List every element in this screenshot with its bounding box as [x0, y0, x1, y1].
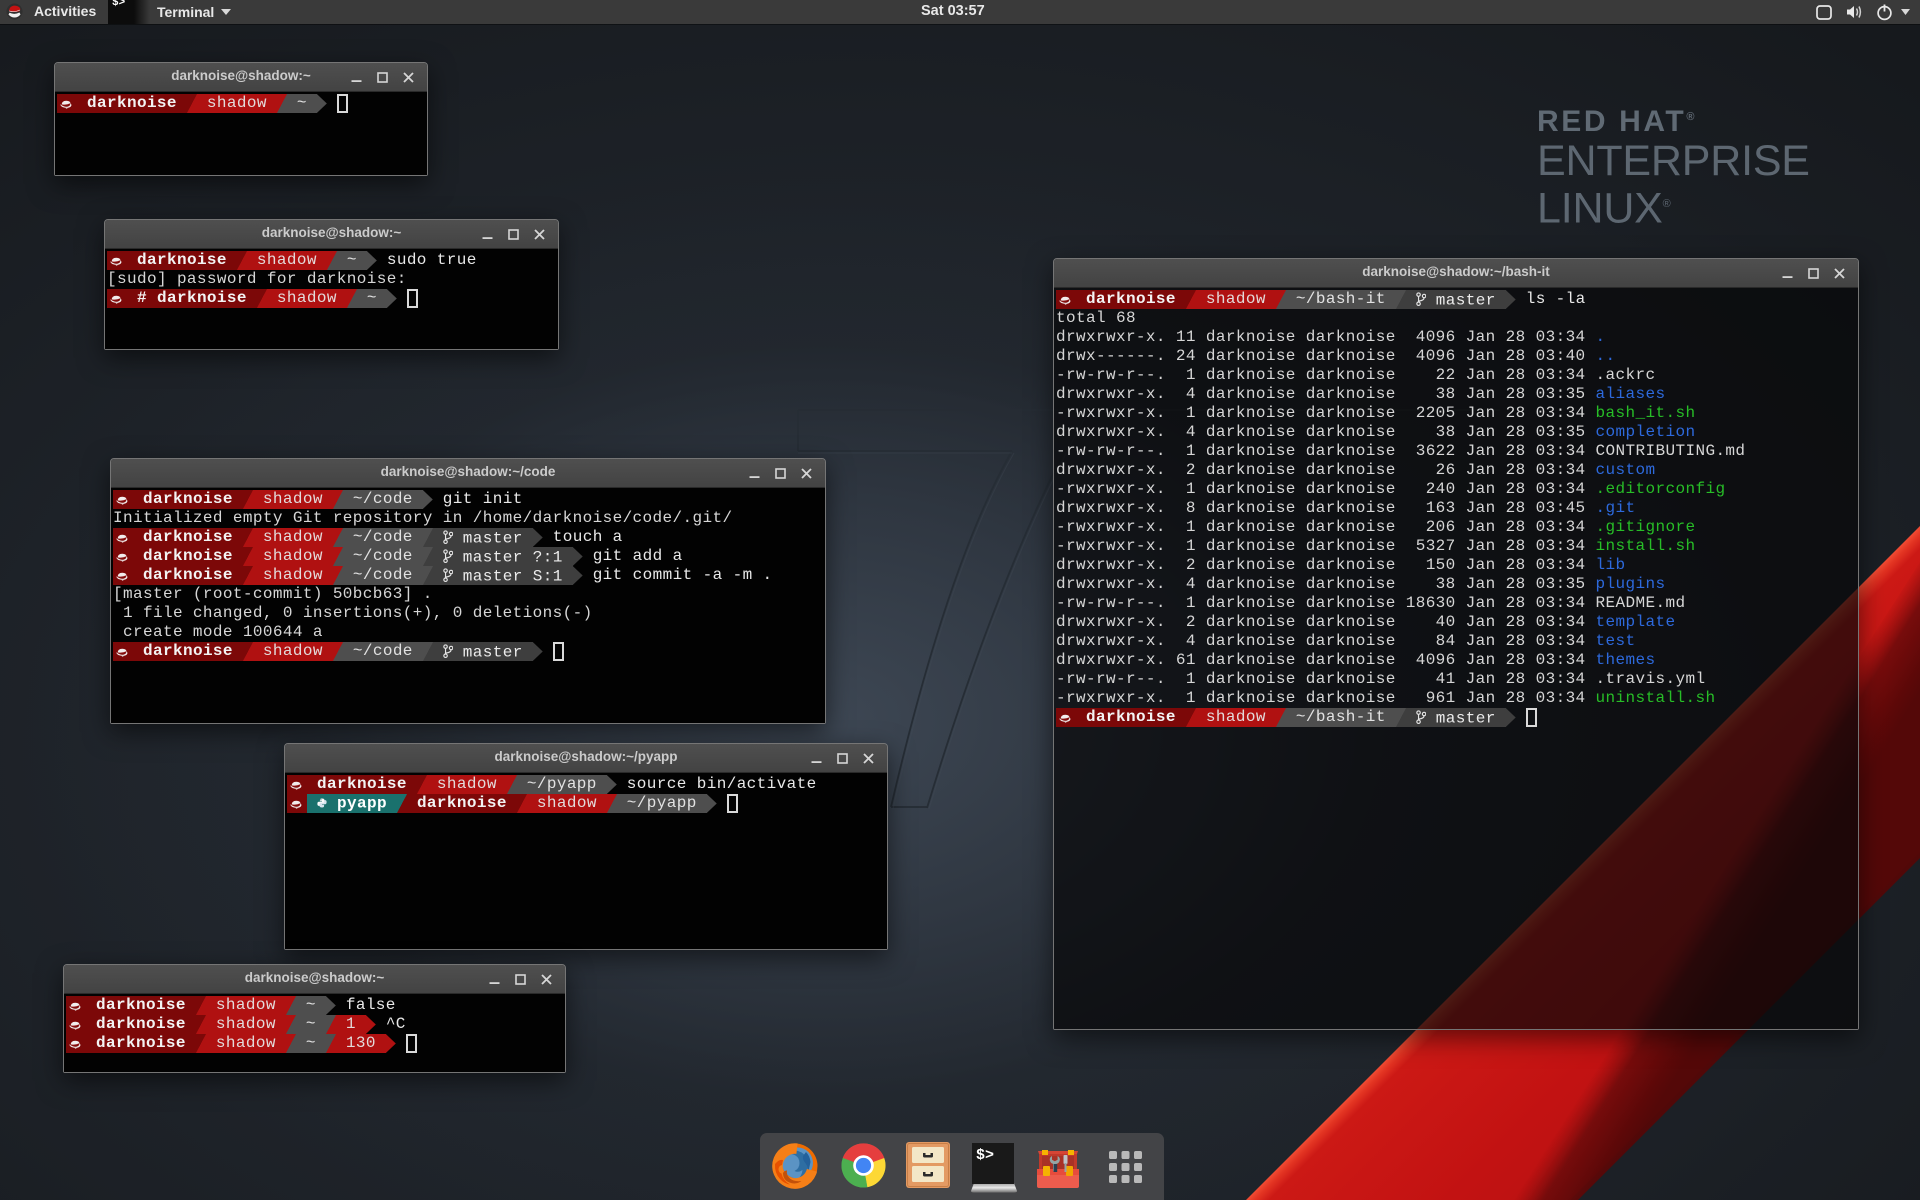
svg-text:$>: $>	[976, 1147, 994, 1164]
